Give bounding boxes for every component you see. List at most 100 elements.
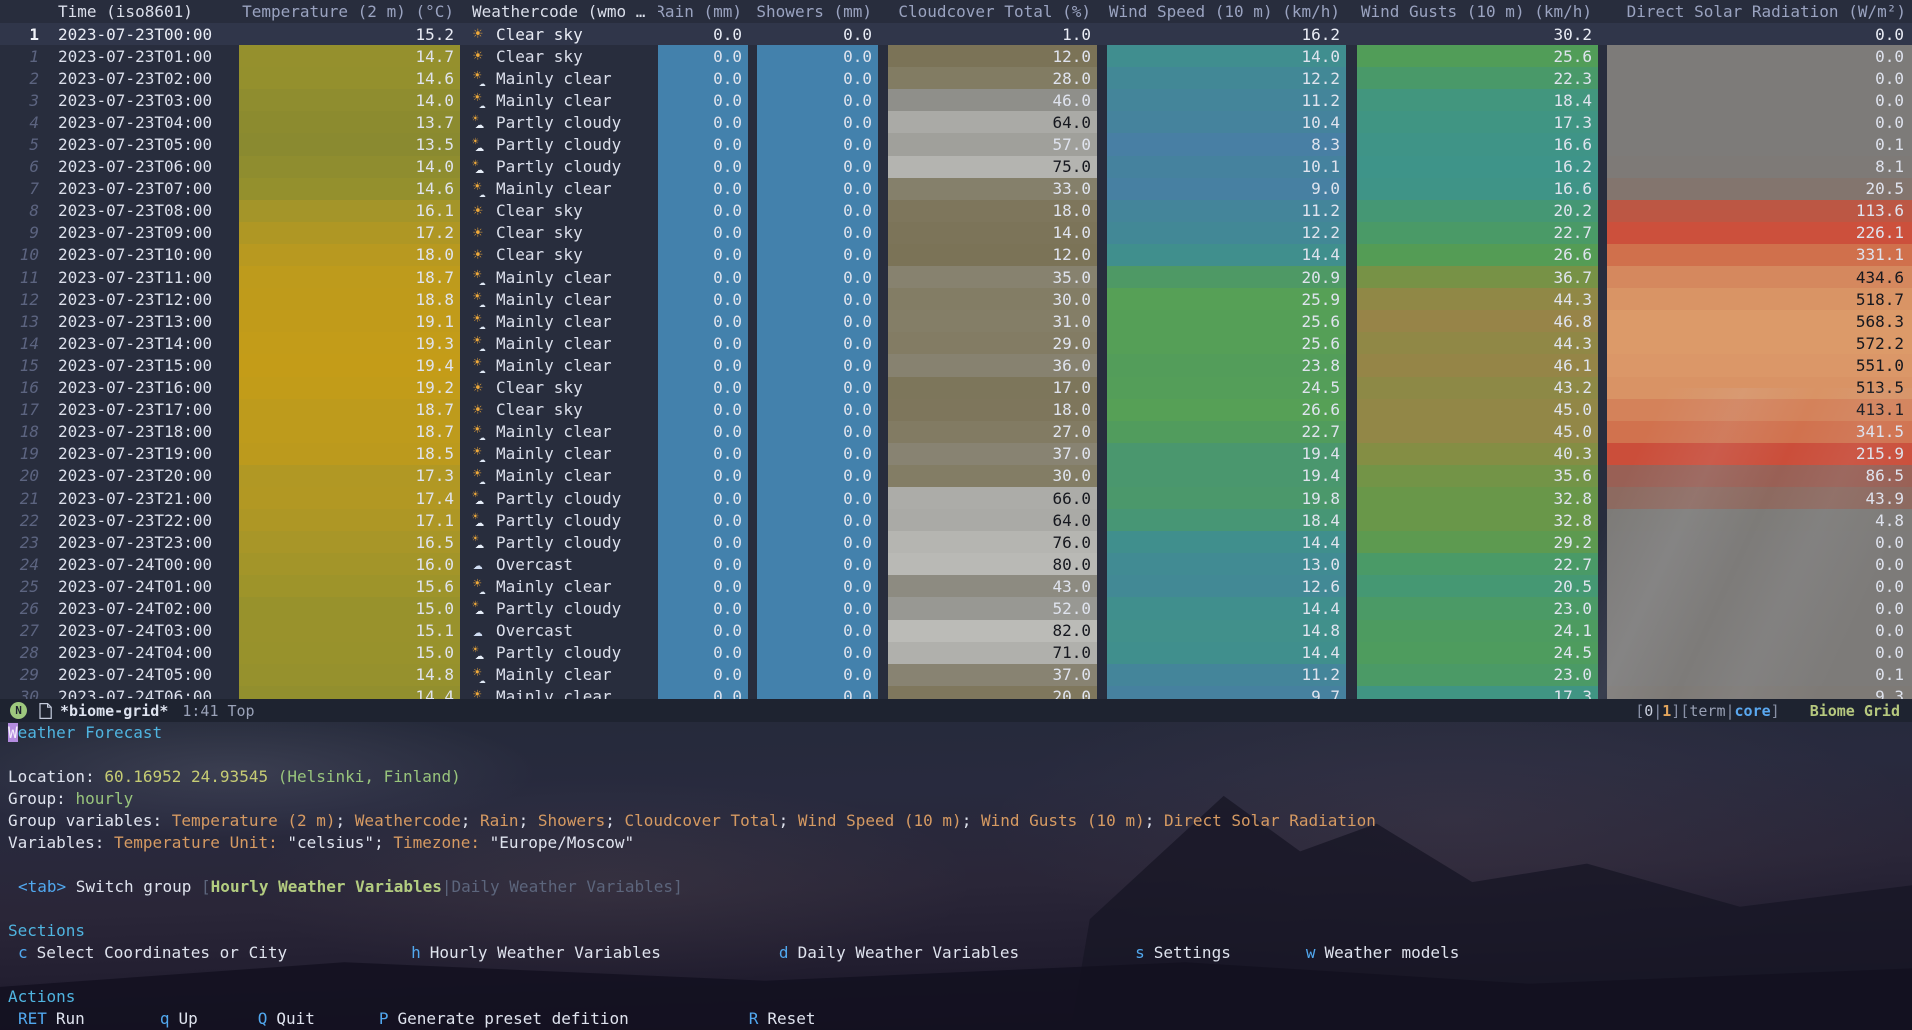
- table-row[interactable]: 302023-07-24T06:0014.4☀☁Mainly clear0.00…: [0, 686, 1912, 699]
- cell-showers: 0.0: [757, 664, 878, 686]
- table-row[interactable]: 152023-07-23T15:0019.4☀☁Mainly clear0.00…: [0, 354, 1912, 376]
- cell-showers: 0.0: [757, 244, 878, 266]
- table-row[interactable]: 172023-07-23T17:0018.7☀☁Clear sky0.00.01…: [0, 399, 1912, 421]
- cell-time: 2023-07-23T14:00: [46, 332, 239, 354]
- menu-item-settings[interactable]: sSettings: [1135, 942, 1231, 964]
- cell-temp: 15.0: [239, 642, 460, 664]
- table-row[interactable]: 62023-07-23T06:0014.0☀☁Partly cloudy0.00…: [0, 156, 1912, 178]
- table-row[interactable]: 112023-07-23T11:0018.7☀☁Mainly clear0.00…: [0, 266, 1912, 288]
- text-segment: ]: [673, 877, 683, 896]
- cell-wind: 10.4: [1107, 111, 1346, 133]
- table-row[interactable]: 142023-07-23T14:0019.3☀☁Mainly clear0.00…: [0, 332, 1912, 354]
- cell-rain: 0.0: [658, 443, 748, 465]
- text-segment: Temperature (2 m): [172, 811, 336, 830]
- table-row[interactable]: 242023-07-24T00:0016.0☀☁Overcast0.00.080…: [0, 553, 1912, 575]
- weathercode-label: Overcast: [496, 621, 573, 640]
- sun-behind-small-cloud-icon: ☀☁: [470, 687, 492, 699]
- table-row[interactable]: 262023-07-24T02:0015.0☀☁Partly cloudy0.0…: [0, 597, 1912, 619]
- workspace-segment: |: [1726, 702, 1735, 720]
- tab-daily-weather-variables[interactable]: Daily Weather Variables: [452, 877, 674, 896]
- cell-temp: 17.4: [239, 487, 460, 509]
- table-row[interactable]: 162023-07-23T16:0019.2☀☁Clear sky0.00.01…: [0, 377, 1912, 399]
- sun-icon: ☀☁: [470, 46, 492, 66]
- sun-behind-cloud-icon: ☀☁: [470, 598, 492, 618]
- cell-time: 2023-07-24T05:00: [46, 664, 239, 686]
- table-row[interactable]: 72023-07-23T07:0014.6☀☁Mainly clear0.00.…: [0, 178, 1912, 200]
- cell-cloud: 80.0: [888, 553, 1097, 575]
- tab-hourly-weather-variables[interactable]: Hourly Weather Variables: [211, 877, 442, 896]
- cell-num: 11: [0, 266, 46, 288]
- cell-wind: 11.2: [1107, 200, 1346, 222]
- cell-cloud: 29.0: [888, 332, 1097, 354]
- menu-item-select-coordinates-or-city[interactable]: cSelect Coordinates or City: [18, 942, 287, 964]
- cell-solar: 226.1: [1607, 222, 1912, 244]
- table-row[interactable]: 102023-07-23T10:0018.0☀☁Clear sky0.00.01…: [0, 244, 1912, 266]
- table-row[interactable]: 252023-07-24T01:0015.6☀☁Mainly clear0.00…: [0, 575, 1912, 597]
- cell-time: 2023-07-23T04:00: [46, 111, 239, 133]
- sun-behind-cloud-icon: ☀☁: [470, 112, 492, 132]
- menu-item-generate-preset-definition[interactable]: PGenerate preset defition: [379, 1008, 629, 1030]
- table-row[interactable]: 12023-07-23T01:0014.7☀☁Clear sky0.00.012…: [0, 45, 1912, 67]
- biome-menu-panel: Weather ForecastLocation: 60.16952 24.93…: [0, 722, 1912, 1030]
- weathercode-label: Mainly clear: [496, 179, 612, 198]
- cell-cloud: 71.0: [888, 642, 1097, 664]
- cell-showers: 0.0: [757, 399, 878, 421]
- sun-behind-cloud-icon: ☀☁: [470, 135, 492, 155]
- table-row[interactable]: 42023-07-23T04:0013.7☀☁Partly cloudy0.00…: [0, 111, 1912, 133]
- menu-item-run[interactable]: RETRun: [18, 1008, 85, 1030]
- buffer-name[interactable]: *biome-grid*: [60, 702, 168, 720]
- table-row[interactable]: 222023-07-23T22:0017.1☀☁Partly cloudy0.0…: [0, 509, 1912, 531]
- menu-item-hourly-weather-variables[interactable]: hHourly Weather Variables: [411, 942, 661, 964]
- cell-time: 2023-07-23T18:00: [46, 421, 239, 443]
- cell-gusts: 22.7: [1357, 553, 1598, 575]
- sun-behind-small-cloud-icon: ☀☁: [470, 444, 492, 464]
- cell-code: ☀☁Clear sky: [460, 377, 658, 399]
- weathercode-label: Clear sky: [496, 201, 583, 220]
- cell-code: ☀☁Partly cloudy: [460, 133, 658, 155]
- cell-wind: 19.4: [1107, 465, 1346, 487]
- table-row[interactable]: 282023-07-24T04:0015.0☀☁Partly cloudy0.0…: [0, 642, 1912, 664]
- table-row[interactable]: 12023-07-23T00:0015.2☀☁Clear sky0.00.01.…: [0, 23, 1912, 45]
- table-row[interactable]: 122023-07-23T12:0018.8☀☁Mainly clear0.00…: [0, 288, 1912, 310]
- table-row[interactable]: 32023-07-23T03:0014.0☀☁Mainly clear0.00.…: [0, 89, 1912, 111]
- table-row[interactable]: 232023-07-23T23:0016.5☀☁Partly cloudy0.0…: [0, 531, 1912, 553]
- text-segment: "Europe/Moscow": [480, 833, 634, 852]
- cell-cloud: 28.0: [888, 67, 1097, 89]
- menu-item-weather-models[interactable]: wWeather models: [1306, 942, 1460, 964]
- table-row[interactable]: 92023-07-23T09:0017.2☀☁Clear sky0.00.014…: [0, 222, 1912, 244]
- table-row[interactable]: 192023-07-23T19:0018.5☀☁Mainly clear0.00…: [0, 443, 1912, 465]
- emacs-frame: { "colors":{ "fg":"#dfe3ee","bg":"#282d3…: [0, 0, 1912, 1030]
- table-row[interactable]: 82023-07-23T08:0016.1☀☁Clear sky0.00.018…: [0, 200, 1912, 222]
- weathercode-label: Mainly clear: [496, 290, 612, 309]
- workspace-segment: 1: [1662, 702, 1671, 720]
- table-row[interactable]: 292023-07-24T05:0014.8☀☁Mainly clear0.00…: [0, 664, 1912, 686]
- cell-gusts: 43.2: [1357, 377, 1598, 399]
- table-row[interactable]: 52023-07-23T05:0013.5☀☁Partly cloudy0.00…: [0, 133, 1912, 155]
- cell-num: 8: [0, 200, 46, 222]
- table-row[interactable]: 272023-07-24T03:0015.1☀☁Overcast0.00.082…: [0, 620, 1912, 642]
- cell-showers: 0.0: [757, 421, 878, 443]
- table-row[interactable]: 132023-07-23T13:0019.1☀☁Mainly clear0.00…: [0, 310, 1912, 332]
- sun-behind-cloud-icon: ☀☁: [470, 532, 492, 552]
- cell-cloud: 18.0: [888, 399, 1097, 421]
- cell-time: 2023-07-23T10:00: [46, 244, 239, 266]
- cell-rain: 0.0: [658, 200, 748, 222]
- table-row[interactable]: 182023-07-23T18:0018.7☀☁Mainly clear0.00…: [0, 421, 1912, 443]
- sun-behind-small-cloud-icon: ☀☁: [470, 90, 492, 110]
- cell-cloud: 37.0: [888, 443, 1097, 465]
- menu-item-up[interactable]: qUp: [160, 1008, 198, 1030]
- cell-code: ☀☁Mainly clear: [460, 354, 658, 376]
- menu-item-quit[interactable]: QQuit: [258, 1008, 315, 1030]
- cell-cloud: 31.0: [888, 310, 1097, 332]
- sun-icon: ☀☁: [470, 245, 492, 265]
- table-row[interactable]: 22023-07-23T02:0014.6☀☁Mainly clear0.00.…: [0, 67, 1912, 89]
- cell-gusts: 24.5: [1357, 642, 1598, 664]
- cell-gusts: 32.8: [1357, 487, 1598, 509]
- actions-heading: Actions: [0, 986, 1912, 1008]
- table-row[interactable]: 202023-07-23T20:0017.3☀☁Mainly clear0.00…: [0, 465, 1912, 487]
- menu-item-daily-weather-variables[interactable]: dDaily Weather Variables: [779, 942, 1019, 964]
- table-row[interactable]: 212023-07-23T21:0017.4☀☁Partly cloudy0.0…: [0, 487, 1912, 509]
- text-segment: Actions: [8, 987, 75, 1006]
- menu-item-reset[interactable]: RReset: [749, 1008, 816, 1030]
- cell-solar: 113.6: [1607, 200, 1912, 222]
